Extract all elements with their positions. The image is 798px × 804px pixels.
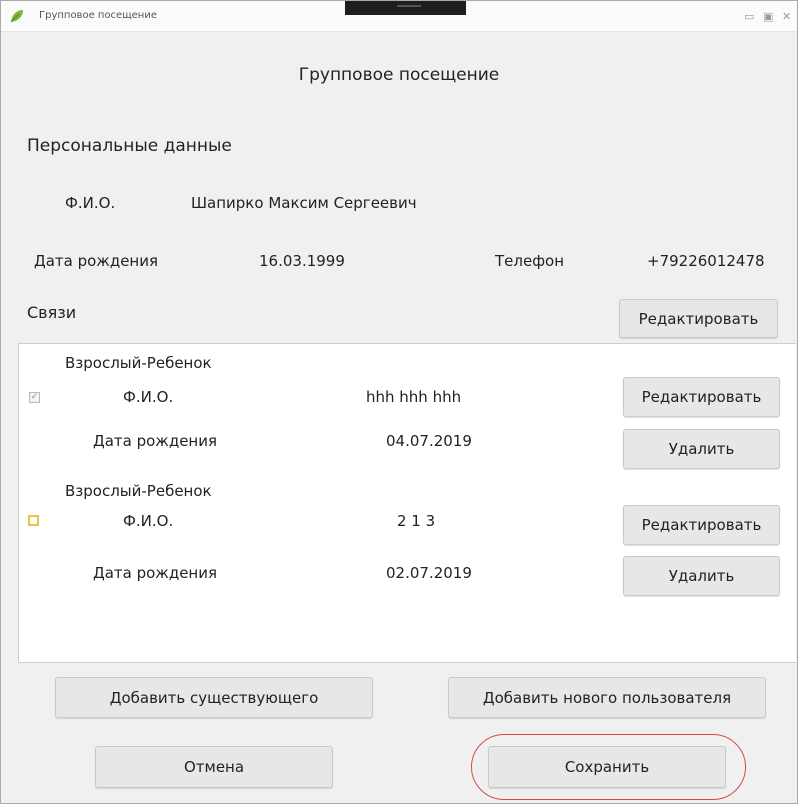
dialog-heading: Групповое посещение [298, 65, 500, 85]
maximize-icon[interactable]: ▣ [763, 10, 773, 23]
fio-value: Шапирко Максим Сергеевич [191, 194, 417, 212]
item-fio-value: hhh hhh hhh [366, 388, 462, 406]
item-edit-button[interactable]: Редактировать [623, 377, 780, 417]
item-birth-label: Дата рождения [93, 564, 217, 582]
item-fio-label: Ф.И.О. [123, 512, 174, 530]
personal-data-heading: Персональные данные [27, 136, 232, 156]
edit-links-button[interactable]: Редактировать [619, 299, 778, 338]
notch-line [397, 5, 421, 7]
app-leaf-icon [10, 10, 23, 23]
item-birth-value: 04.07.2019 [386, 432, 472, 450]
links-list[interactable]: Взрослый-Ребенок ✓ Ф.И.О. hhh hhh hhh Да… [18, 343, 796, 663]
phone-value: +79226012478 [647, 252, 765, 270]
window-title: Групповое посещение [39, 10, 157, 21]
close-icon[interactable]: ✕ [782, 10, 791, 23]
add-existing-button[interactable]: Добавить существующего [55, 677, 373, 718]
camera-notch [345, 1, 466, 15]
links-heading: Связи [27, 303, 77, 322]
item-delete-button[interactable]: Удалить [623, 429, 780, 469]
item-fio-label: Ф.И.О. [123, 388, 174, 406]
item-delete-button[interactable]: Удалить [623, 556, 780, 596]
title-bar: Групповое посещение ▭ ▣ ✕ [1, 1, 797, 32]
minimize-icon[interactable]: ▭ [744, 10, 754, 23]
item-edit-button[interactable]: Редактировать [623, 505, 780, 545]
fio-label: Ф.И.О. [65, 194, 116, 212]
birth-date-value: 16.03.1999 [259, 252, 345, 270]
relation-type: Взрослый-Ребенок [65, 482, 212, 500]
item-checkbox-checked[interactable]: ✓ [29, 392, 40, 403]
item-checkbox-unchecked[interactable] [28, 515, 39, 526]
save-highlight-circle [471, 734, 746, 800]
phone-label: Телефон [495, 252, 565, 270]
add-new-user-button[interactable]: Добавить нового пользователя [448, 677, 766, 718]
dialog-window: Групповое посещение ▭ ▣ ✕ Групповое посе… [0, 0, 798, 804]
cancel-button[interactable]: Отмена [95, 746, 333, 788]
relation-type: Взрослый-Ребенок [65, 354, 212, 372]
item-birth-label: Дата рождения [93, 432, 217, 450]
item-birth-value: 02.07.2019 [386, 564, 472, 582]
item-fio-value: 2 1 3 [397, 512, 436, 530]
birth-date-label: Дата рождения [34, 252, 158, 270]
